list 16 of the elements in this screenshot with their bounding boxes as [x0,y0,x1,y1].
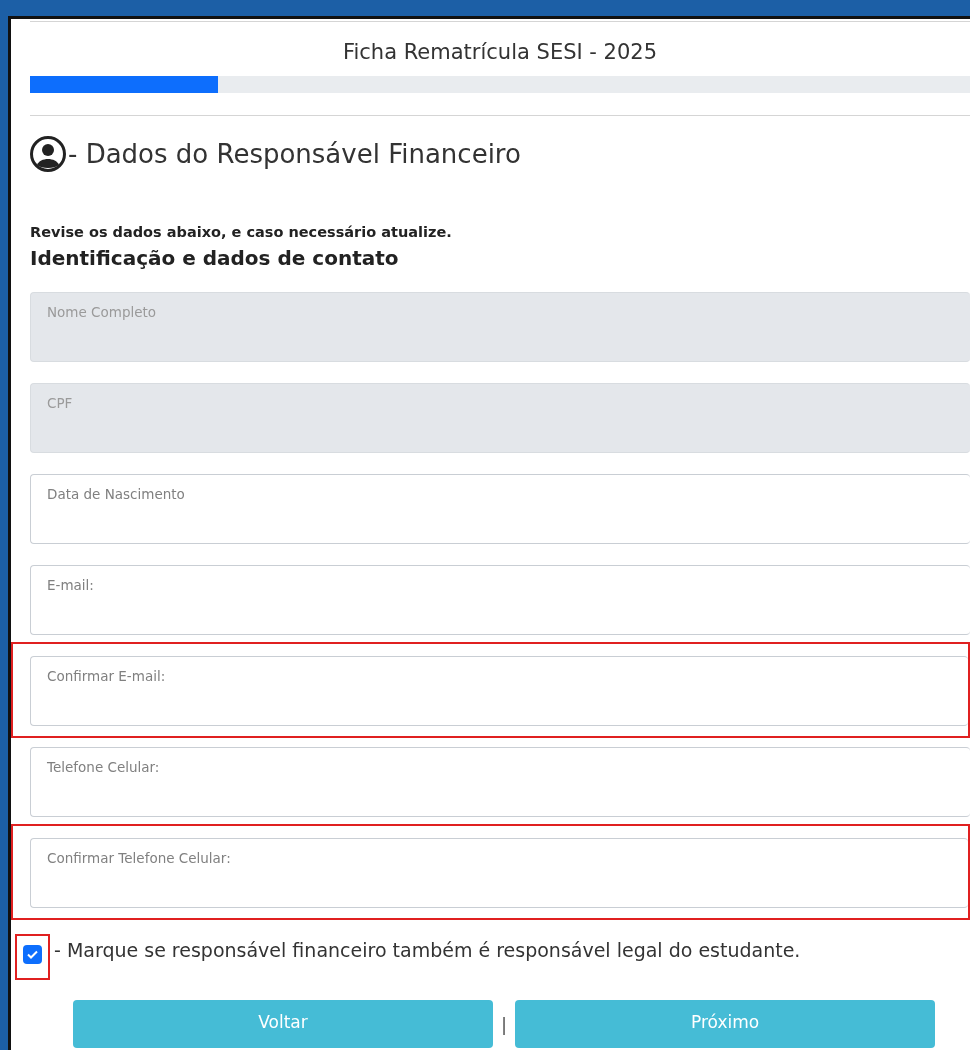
user-circle-icon [30,136,66,172]
input-field[interactable]: Confirmar Telefone Celular: [30,838,968,908]
section-title: - Dados do Responsável Financeiro [68,139,521,169]
input-field[interactable]: Telefone Celular: [30,747,970,817]
input-field[interactable]: Confirmar E-mail: [30,656,968,726]
back-button[interactable]: Voltar [73,1000,493,1048]
next-button[interactable]: Próximo [515,1000,936,1048]
checkbox-label: - Marque se responsável financeiro também é responsável legal do estudante. [54,939,801,961]
checkbox[interactable] [23,945,42,964]
check-icon [27,950,38,959]
instruction-text: Revise os dados abaixo, e caso necessário atualize. [30,224,453,240]
input-field[interactable]: E-mail: [30,565,970,635]
form-title: Ficha Rematrícula SESI - 2025 [341,39,659,66]
separator-text: | [501,1013,508,1035]
input-field[interactable]: Data de Nascimento [30,474,970,544]
subsection-title: Identificação e dados de contato [30,246,400,270]
